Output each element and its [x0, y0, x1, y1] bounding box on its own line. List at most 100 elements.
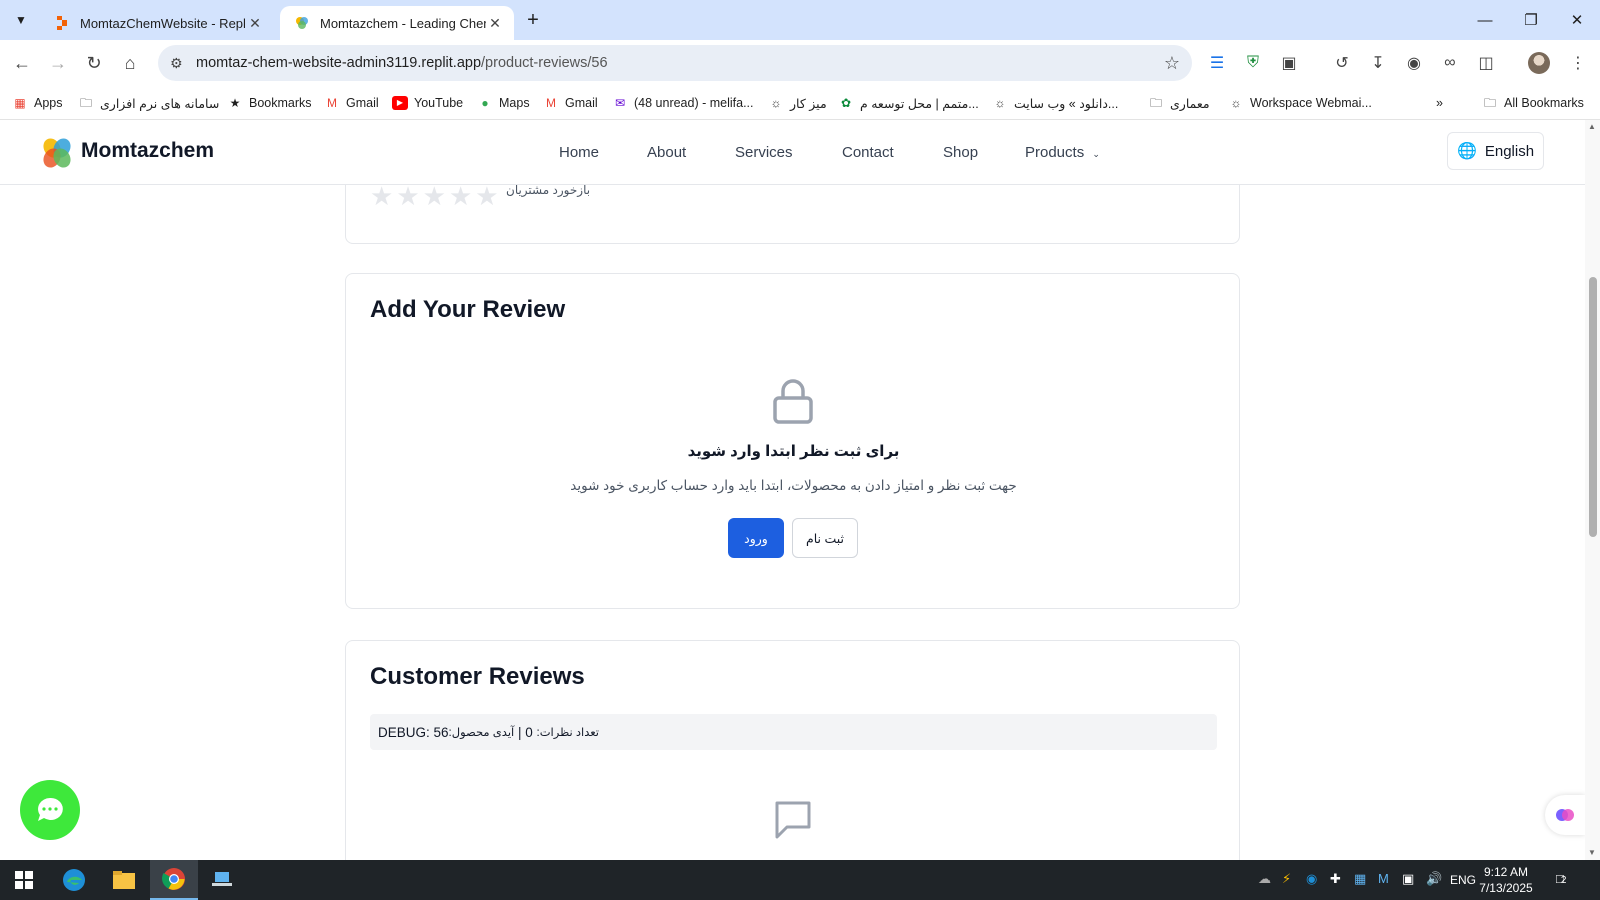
- page-scrollbar[interactable]: ▲ ▼: [1585, 120, 1600, 860]
- forward-button[interactable]: →: [42, 47, 74, 79]
- nav-products[interactable]: Products ⌄: [1025, 144, 1100, 161]
- notification-center-icon[interactable]: □2: [1556, 871, 1566, 886]
- volume-icon[interactable]: 🔊: [1426, 871, 1442, 887]
- folder-icon: [113, 871, 135, 889]
- scroll-down-icon[interactable]: ▼: [1588, 848, 1596, 857]
- bookmark-download-site[interactable]: ☼ دانلود » وب سایت...: [992, 94, 1119, 112]
- folder-icon: 🗀: [1483, 96, 1496, 110]
- message-square-icon: [775, 801, 811, 839]
- star-icon: ★: [448, 181, 473, 211]
- replit-icon: [57, 16, 67, 30]
- nav-contact[interactable]: Contact: [842, 144, 894, 161]
- chrome-taskbar-icon[interactable]: [150, 860, 198, 900]
- app-taskbar-icon[interactable]: [198, 860, 246, 900]
- start-button[interactable]: [0, 860, 48, 900]
- globe-icon: ☼: [1230, 96, 1242, 110]
- site-settings-icon[interactable]: ⚙: [170, 55, 192, 72]
- bookmark-yahoo-mail[interactable]: ✉ (48 unread) - melifa...: [612, 94, 754, 112]
- display-tray-icon[interactable]: ▦: [1354, 871, 1366, 887]
- tab-replit[interactable]: MomtazChemWebsite - Replit ✕: [40, 6, 274, 40]
- tab-title: MomtazChemWebsite - Replit: [80, 15, 246, 31]
- scrollbar-thumb[interactable]: [1589, 277, 1597, 537]
- leaf-icon: ✿: [840, 96, 852, 110]
- restore-button[interactable]: ❐: [1508, 0, 1554, 40]
- bookmark-apps[interactable]: ▦ Apps: [12, 94, 62, 112]
- close-icon[interactable]: ✕: [246, 15, 264, 32]
- close-icon[interactable]: ✕: [486, 15, 504, 32]
- shield-icon[interactable]: ⛨: [1241, 51, 1265, 75]
- maps-icon: ●: [481, 96, 489, 110]
- site-header: Momtazchem Home About Services Contact S…: [0, 120, 1585, 185]
- profile-avatar[interactable]: [1528, 52, 1550, 74]
- tab-search-button[interactable]: ▼: [8, 7, 34, 33]
- link-icon[interactable]: ∞: [1438, 51, 1462, 75]
- cloud-offline-icon[interactable]: ☁: [1258, 871, 1271, 887]
- brand-name[interactable]: Momtazchem: [81, 139, 214, 163]
- windows-taskbar: ☁ ⚡ ◉ ✚ ▦ M ▣ 🔊 ENG 9:12 AM 7/13/2025 □2: [0, 860, 1600, 900]
- bookmark-mizkar[interactable]: ☼ میز کار: [768, 94, 827, 112]
- chrome-icon: [162, 868, 185, 890]
- all-bookmarks[interactable]: 🗀 All Bookmarks: [1482, 94, 1584, 112]
- edge-taskbar-icon[interactable]: [50, 860, 98, 900]
- back-button[interactable]: ←: [6, 47, 38, 79]
- minimize-button[interactable]: —: [1462, 0, 1508, 40]
- edge-tray-icon[interactable]: ◉: [1306, 871, 1317, 887]
- new-tab-button[interactable]: +: [520, 8, 546, 34]
- more-bookmarks-icon[interactable]: »: [1436, 94, 1443, 112]
- browser-toolbar: ← → ↻ ⌂ ⚙ momtaz-chem-website-admin3119.…: [0, 40, 1600, 86]
- add-review-title: Add Your Review: [370, 296, 566, 323]
- tab-momtazchem[interactable]: Momtazchem - Leading Chemic ✕: [280, 6, 514, 40]
- side-panel-icon[interactable]: ◫: [1474, 51, 1498, 75]
- register-button[interactable]: ثبت نام: [792, 518, 858, 558]
- taskbar-clock[interactable]: 9:12 AM 7/13/2025: [1470, 864, 1542, 896]
- gmail-icon: M: [546, 96, 556, 110]
- rating-stars: ★ ★ ★ ★ ★: [370, 183, 499, 209]
- login-button[interactable]: ورود: [728, 518, 784, 558]
- file-explorer-taskbar-icon[interactable]: [100, 860, 148, 900]
- chat-widget-button[interactable]: [20, 780, 80, 840]
- bookmark-bookmarks[interactable]: ★ Bookmarks: [227, 94, 312, 112]
- star-icon: ★: [229, 96, 241, 110]
- star-icon: ★: [370, 181, 394, 211]
- bookmark-youtube[interactable]: ▶ YouTube: [392, 94, 463, 112]
- reload-button[interactable]: ↻: [78, 47, 110, 79]
- bookmark-workspace-webmail[interactable]: ☼ Workspace Webmai...: [1228, 94, 1372, 112]
- address-bar[interactable]: ⚙ momtaz-chem-website-admin3119.replit.a…: [158, 45, 1192, 81]
- screenshot-icon[interactable]: ◉: [1402, 51, 1426, 75]
- wifi-icon[interactable]: ▣: [1402, 871, 1414, 887]
- bookmarks-bar: ▦ Apps 🗀 سامانه های نرم افزاری ★ Bookmarks …: [0, 86, 1600, 120]
- page-viewport: ★ ★ ★ ★ ★ بازخورد مشتریان Momtazchem Hom…: [0, 120, 1585, 860]
- lock-icon: [773, 379, 813, 424]
- network-tray-icon[interactable]: ✚: [1330, 871, 1341, 887]
- download-icon[interactable]: ↧: [1366, 51, 1390, 75]
- nav-about[interactable]: About: [647, 144, 686, 161]
- ai-extension-button[interactable]: [1545, 795, 1585, 835]
- nav-home[interactable]: Home: [559, 144, 599, 161]
- bookmark-architecture[interactable]: 🗀 معماری: [1148, 94, 1210, 112]
- momtazchem-favicon-icon: [296, 17, 308, 29]
- extensions-icon[interactable]: ▣: [1277, 51, 1301, 75]
- nav-services[interactable]: Services: [735, 144, 793, 161]
- nav-shop[interactable]: Shop: [943, 144, 978, 161]
- history-icon[interactable]: ↺: [1330, 51, 1354, 75]
- language-switcher-button[interactable]: 🌐 English: [1447, 132, 1544, 170]
- tab-title: Momtazchem - Leading Chemic: [320, 15, 486, 31]
- mail-tray-icon[interactable]: M: [1378, 871, 1389, 886]
- bookmark-star-icon[interactable]: ☆: [1164, 53, 1180, 74]
- more-menu-icon[interactable]: ⋮: [1566, 51, 1590, 75]
- home-button[interactable]: ⌂: [114, 47, 146, 79]
- chevron-down-icon: ⌄: [1092, 149, 1100, 159]
- momtazchem-logo[interactable]: [40, 136, 74, 170]
- lightning-icon[interactable]: ⚡: [1282, 871, 1291, 887]
- bookmark-folder[interactable]: 🗀 سامانه های نرم افزاری: [78, 94, 219, 112]
- translate-icon[interactable]: ☰: [1205, 51, 1229, 75]
- globe-icon: 🌐: [1456, 143, 1477, 160]
- debug-info-bar: DEBUG: 56 :آیدی محصول | 0 :تعداد نظرات: [370, 714, 1217, 750]
- scroll-up-icon[interactable]: ▲: [1588, 122, 1596, 131]
- bookmark-gmail[interactable]: M Gmail: [324, 94, 379, 112]
- bookmark-gmail-2[interactable]: M Gmail: [543, 94, 598, 112]
- bookmark-maps[interactable]: ● Maps: [477, 94, 529, 112]
- bookmark-motamem[interactable]: ✿ متمم | محل توسعه م...: [838, 94, 979, 112]
- edge-icon: [63, 869, 85, 891]
- close-window-button[interactable]: ✕: [1554, 0, 1600, 40]
